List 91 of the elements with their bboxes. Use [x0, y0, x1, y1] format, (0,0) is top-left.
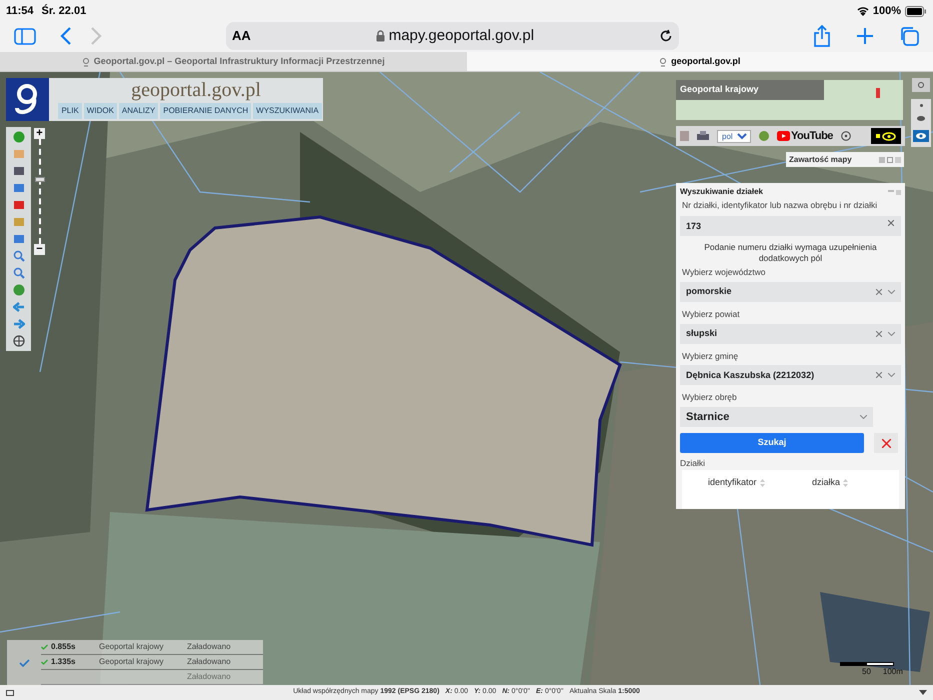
field-label: Nr działki, identyfikator lub nazwa obrębu i nr działki [681, 200, 878, 210]
sort-icon [843, 478, 848, 486]
menu-item[interactable]: WIDOK [84, 103, 117, 119]
hint-text: Podanie numeru działki wymaga uzupełnienia dodatkowych pól [703, 242, 878, 264]
site-logo-text: geoportal.gov.pl [131, 79, 261, 101]
play-icon [777, 131, 790, 141]
checkmark-icon[interactable] [18, 658, 30, 666]
back-icon[interactable] [60, 27, 72, 45]
menu-item[interactable]: PLIK [58, 103, 82, 119]
accessibility-button[interactable] [871, 128, 901, 144]
overview-map[interactable]: Geoportal krajowy [676, 80, 903, 120]
search-button[interactable]: Szukaj [680, 433, 864, 453]
layer-name: Geoportal krajowy [99, 657, 164, 666]
load-time: 1.335s [51, 656, 76, 668]
menu-item[interactable]: WYSZUKIWANIA [253, 103, 322, 119]
sidebar-icon[interactable] [14, 28, 36, 44]
reload-icon[interactable] [659, 29, 673, 43]
land-parcel[interactable] [145, 215, 622, 547]
youtube-link[interactable]: YouTube [777, 128, 833, 144]
battery-icon [905, 6, 927, 16]
clear-icon[interactable] [876, 330, 882, 336]
clear-icon[interactable] [888, 220, 894, 226]
panel-title: Zawartość mapy [789, 154, 852, 166]
parcel-number-field[interactable]: 173 [680, 216, 901, 236]
menu-item[interactable]: POBIERANIE DANYCH [160, 103, 252, 119]
printer-icon[interactable] [697, 131, 709, 141]
load-status: Załadowano [187, 656, 231, 668]
select-label: Wybierz gminę [681, 350, 740, 362]
lock-icon [376, 30, 385, 42]
column-header[interactable]: działka [812, 476, 848, 490]
favicon-icon [659, 56, 668, 66]
zoom-handle[interactable] [34, 177, 44, 182]
left-arrow-icon[interactable] [12, 301, 24, 313]
browser-tab[interactable]: geoportal.gov.pl [466, 52, 933, 71]
select-field[interactable]: pomorskie [680, 282, 901, 302]
select-label: Wybierz województwo [681, 266, 767, 279]
chevron-down-icon[interactable] [888, 290, 895, 294]
results-label: Działki [680, 457, 706, 470]
scale-bar [840, 662, 894, 666]
zoom-in-button[interactable]: + [34, 128, 45, 139]
address-bar[interactable]: AA mapy.geoportal.gov.pl [226, 22, 679, 50]
maximize-icon[interactable] [887, 156, 893, 162]
right-arrow-icon[interactable] [12, 318, 24, 330]
load-time: 0.855s [51, 641, 76, 653]
select-field[interactable]: Dębnica Kaszubska (2212032) [680, 365, 901, 386]
load-status: Załadowano [187, 641, 231, 653]
logo-icon[interactable] [6, 78, 49, 121]
crosshair-icon[interactable] [12, 335, 24, 347]
column-header[interactable]: identyfikator [708, 476, 812, 490]
date: Śr. 22.01 [42, 3, 86, 19]
select-label: Wybierz obręb [681, 391, 738, 404]
scale-label: 50 [862, 666, 871, 678]
keyboard-icon[interactable] [6, 690, 14, 696]
url-text: mapy.geoportal.gov.pl [388, 26, 534, 46]
browser-tab[interactable]: Geoportal.gov.pl – Geoportal Infrastruktury Informacji Przestrzennej [0, 52, 466, 71]
zoom-out-button[interactable]: − [34, 244, 45, 255]
select-field[interactable]: słupski [680, 324, 901, 344]
clear-icon[interactable] [876, 288, 882, 295]
checkmark-icon [41, 659, 48, 665]
zoom-out-icon[interactable] [12, 267, 24, 279]
text-size-button[interactable]: AA [232, 26, 251, 46]
wifi-icon [856, 6, 869, 16]
tabs-icon[interactable] [899, 26, 919, 46]
clear-icon[interactable] [876, 372, 882, 378]
checkmark-icon [41, 644, 48, 650]
map-contents-header[interactable]: Zawartość mapy [786, 152, 904, 167]
favicon-icon [82, 56, 90, 66]
plus-icon[interactable] [857, 28, 873, 44]
battery-level: 100% [872, 4, 901, 19]
share-icon[interactable] [813, 25, 831, 47]
location-pin-icon [876, 88, 880, 98]
load-status: Załadowano [187, 671, 231, 683]
panel-title: Wyszukiwanie działek [680, 186, 763, 198]
language-select[interactable]: pol [717, 130, 751, 142]
caret-down-icon[interactable] [919, 690, 927, 695]
layer-name: Geoportal krajowy [99, 642, 164, 651]
chevron-down-icon[interactable] [888, 332, 895, 336]
tab-title: Geoportal.gov.pl – Geoportal Infrastruktury Informacji Przestrzennej [94, 54, 385, 68]
film-reel-icon[interactable] [840, 131, 851, 141]
menu-item[interactable]: ANALIZY [118, 103, 158, 119]
clear-button[interactable] [874, 433, 898, 453]
chevron-down-icon[interactable] [888, 373, 895, 378]
tab-title: geoportal.gov.pl [671, 54, 740, 68]
overview-title: Geoportal krajowy [676, 80, 824, 100]
zoom-in-icon[interactable] [12, 250, 24, 262]
sort-icon [760, 478, 765, 486]
select-label: Wybierz powiat [681, 308, 741, 320]
clock: 11:54 [6, 4, 34, 19]
scale-label: 100m [882, 666, 903, 678]
chevron-down-icon[interactable] [860, 415, 867, 419]
select-field[interactable]: Starnice [680, 407, 873, 427]
